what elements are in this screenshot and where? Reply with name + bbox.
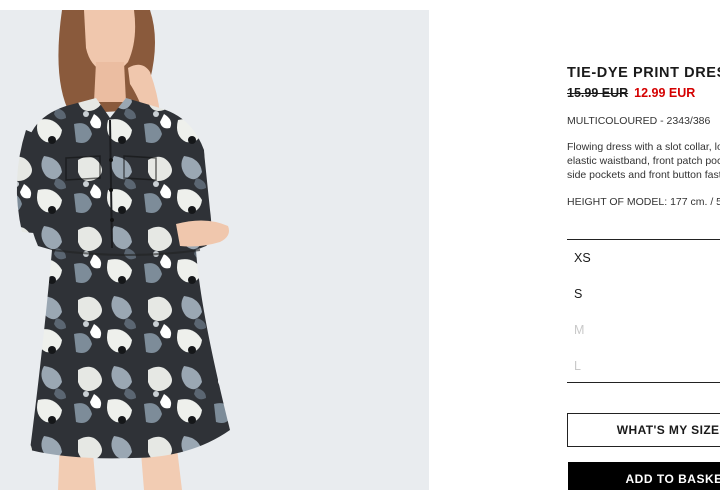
sale-price: 12.99 EUR — [634, 86, 696, 100]
size-option-s[interactable]: S — [567, 276, 720, 312]
product-image[interactable] — [0, 10, 429, 490]
product-info-panel: TIE-DYE PRINT DRESS 15.99 EUR 12.99 EUR M… — [567, 0, 720, 490]
model-height-info: HEIGHT OF MODEL: 177 cm. / 5′ 9″ — [567, 196, 720, 208]
size-option-xs[interactable]: XS — [567, 240, 720, 276]
size-option-l[interactable]: L — [567, 348, 720, 384]
add-to-basket-button[interactable]: ADD TO BASKET — [568, 462, 720, 490]
size-option-m[interactable]: M — [567, 312, 720, 348]
color-reference: MULTICOLOURED - 2343/386 — [567, 115, 711, 127]
original-price: 15.99 EUR — [567, 86, 629, 100]
size-guide-button[interactable]: WHAT'S MY SIZE? — [567, 413, 720, 447]
product-title: TIE-DYE PRINT DRESS — [567, 65, 720, 81]
size-selector: XS S M L — [567, 239, 720, 383]
price-block: 15.99 EUR 12.99 EUR — [567, 86, 695, 100]
product-description: Flowing dress with a slot collar, long s… — [567, 141, 720, 181]
